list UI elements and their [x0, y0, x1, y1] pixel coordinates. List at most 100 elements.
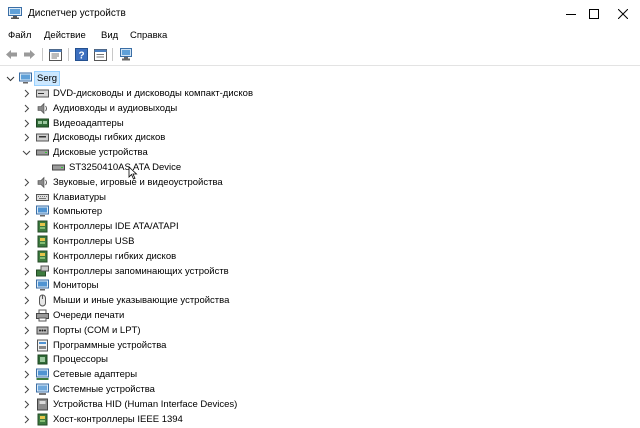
- window-title: Диспетчер устройств: [28, 8, 126, 19]
- tree-device-label: ST3250410AS ATA Device: [69, 162, 182, 173]
- help-icon: ?: [75, 48, 88, 61]
- tree-category-label: Сетевые адаптеры: [53, 369, 138, 381]
- tree-category-row[interactable]: Процессоры: [0, 352, 640, 367]
- chevron-right-icon[interactable]: [21, 118, 32, 129]
- tree-root-row[interactable]: Serg: [0, 71, 640, 86]
- tree-root-label: Serg: [37, 73, 58, 84]
- chevron-right-icon[interactable]: [21, 354, 32, 365]
- tree-category-row[interactable]: Программные устройства: [0, 338, 640, 353]
- menu-view[interactable]: Вид: [101, 29, 118, 42]
- forward-arrow-icon: [24, 50, 35, 59]
- tree-category-label: Мыши и иные указывающие устройства: [53, 295, 230, 307]
- tree-category-row[interactable]: Контроллеры USB: [0, 234, 640, 249]
- menu-file[interactable]: Файл: [8, 29, 31, 42]
- chevron-right-icon[interactable]: [21, 221, 32, 232]
- chevron-right-icon[interactable]: [21, 236, 32, 247]
- tree-category-label: Видеоадаптеры: [53, 117, 124, 129]
- update-driver-button[interactable]: [118, 47, 133, 62]
- port-icon: [36, 326, 49, 335]
- tree-category-label: Контроллеры гибких дисков: [53, 250, 177, 262]
- chevron-down-icon[interactable]: [21, 147, 32, 158]
- tree-category-row[interactable]: Очереди печати: [0, 308, 640, 323]
- tree-category-row[interactable]: Порты (COM и LPT): [0, 323, 640, 338]
- tree-category-label: Системные устройства: [53, 384, 155, 395]
- tree-device-row[interactable]: ST3250410AS ATA Device: [0, 160, 640, 175]
- tree-category-label: Клавиатуры: [53, 191, 107, 203]
- properties-button[interactable]: [48, 47, 63, 62]
- chevron-right-icon[interactable]: [21, 384, 32, 395]
- close-button[interactable]: [606, 0, 640, 27]
- chevron-right-icon[interactable]: [21, 103, 32, 114]
- menu-action[interactable]: Действие: [44, 29, 86, 42]
- tree-category-row[interactable]: Контроллеры гибких дисков: [0, 249, 640, 264]
- disk-drive-icon: [36, 149, 49, 156]
- tree-category-row[interactable]: Контроллеры IDE ATA/ATAPI: [0, 219, 640, 234]
- tree-category-label: Очереди печати: [53, 310, 125, 321]
- chevron-right-icon[interactable]: [21, 177, 32, 188]
- monitor-icon: [36, 205, 49, 217]
- chevron-right-icon[interactable]: [21, 88, 32, 99]
- chevron-right-icon[interactable]: [21, 251, 32, 262]
- chevron-right-icon[interactable]: [21, 399, 32, 410]
- tree-category-label: Контроллеры IDE ATA/ATAPI: [53, 221, 179, 233]
- tree-category-label: Дисководы гибких дисков: [53, 132, 166, 144]
- chevron-right-icon[interactable]: [21, 369, 32, 380]
- view-button[interactable]: [93, 47, 108, 62]
- close-icon: [618, 8, 628, 19]
- ide-controller-icon: [37, 220, 48, 233]
- tree-category-label: Аудиовходы и аудиовыходы: [53, 102, 178, 114]
- chevron-right-icon[interactable]: [21, 280, 32, 291]
- tree-category-row[interactable]: Аудиовходы и аудиовыходы: [0, 101, 640, 116]
- chevron-right-icon[interactable]: [21, 295, 32, 306]
- chevron-right-icon[interactable]: [21, 192, 32, 203]
- chevron-right-icon[interactable]: [21, 132, 32, 143]
- tree-category-row[interactable]: Дисководы гибких дисков: [0, 130, 640, 145]
- tree-category-row[interactable]: Звуковые, игровые и видеоустройства: [0, 175, 640, 190]
- device-tree: Serg DVD-дисководы и дисководы компакт-д…: [0, 66, 640, 428]
- back-button[interactable]: [4, 47, 19, 62]
- hid-device-icon: [37, 398, 48, 411]
- tree-category-label: Хост-контроллеры IEEE 1394: [53, 413, 183, 425]
- tree-category-row[interactable]: Компьютер: [0, 204, 640, 219]
- chevron-right-icon[interactable]: [21, 414, 32, 425]
- tree-category-row[interactable]: Устройства HID (Human Interface Devices): [0, 397, 640, 412]
- forward-button[interactable]: [22, 47, 37, 62]
- tree-category-label: Порты (COM и LPT): [53, 324, 141, 336]
- tree-category-row[interactable]: Мыши и иные указывающие устройства: [0, 293, 640, 308]
- tree-category-row[interactable]: Мониторы: [0, 278, 640, 293]
- tree-category-row[interactable]: Клавиатуры: [0, 190, 640, 205]
- speaker-icon: [37, 176, 47, 189]
- software-device-icon: [37, 339, 48, 352]
- tree-category-row[interactable]: Сетевые адаптеры: [0, 367, 640, 382]
- tree-category-row[interactable]: Дисковые устройства: [0, 145, 640, 160]
- chevron-right-icon[interactable]: [21, 206, 32, 217]
- chevron-right-icon[interactable]: [21, 310, 32, 321]
- speaker-icon: [37, 102, 47, 115]
- tree-category-label: Программные устройства: [53, 339, 167, 351]
- monitor-icon: [36, 279, 49, 291]
- tree-category-label: Мониторы: [53, 280, 99, 292]
- tree-category-label: Процессоры: [53, 354, 109, 366]
- tree-category-row[interactable]: Хост-контроллеры IEEE 1394: [0, 412, 640, 427]
- tree-category-label: Дисковые устройства: [53, 147, 148, 159]
- tree-category-row[interactable]: Контроллеры запоминающих устройств: [0, 264, 640, 279]
- chevron-right-icon[interactable]: [21, 325, 32, 336]
- menu-help[interactable]: Справка: [130, 29, 167, 42]
- menu-bar: Файл Действие Вид Справка: [0, 27, 640, 44]
- usb-controller-icon: [37, 235, 48, 248]
- chevron-down-icon[interactable]: [5, 73, 16, 84]
- chevron-right-icon[interactable]: [21, 266, 32, 277]
- tree-category-label: Компьютер: [53, 206, 103, 218]
- tree-category-row[interactable]: Видеоадаптеры: [0, 116, 640, 131]
- toolbar: ?: [0, 44, 640, 66]
- processor-icon: [37, 354, 48, 365]
- computer-icon: [19, 72, 32, 84]
- tree-category-row[interactable]: Системные устройства: [0, 382, 640, 397]
- help-button[interactable]: ?: [74, 47, 89, 62]
- tree-category-label: Контроллеры USB: [53, 236, 135, 247]
- chevron-right-icon[interactable]: [21, 340, 32, 351]
- back-arrow-icon: [6, 50, 17, 59]
- properties-icon: [49, 48, 62, 61]
- tree-category-row[interactable]: DVD-дисководы и дисководы компакт-дисков: [0, 86, 640, 101]
- title-bar: Диспетчер устройств: [0, 0, 640, 27]
